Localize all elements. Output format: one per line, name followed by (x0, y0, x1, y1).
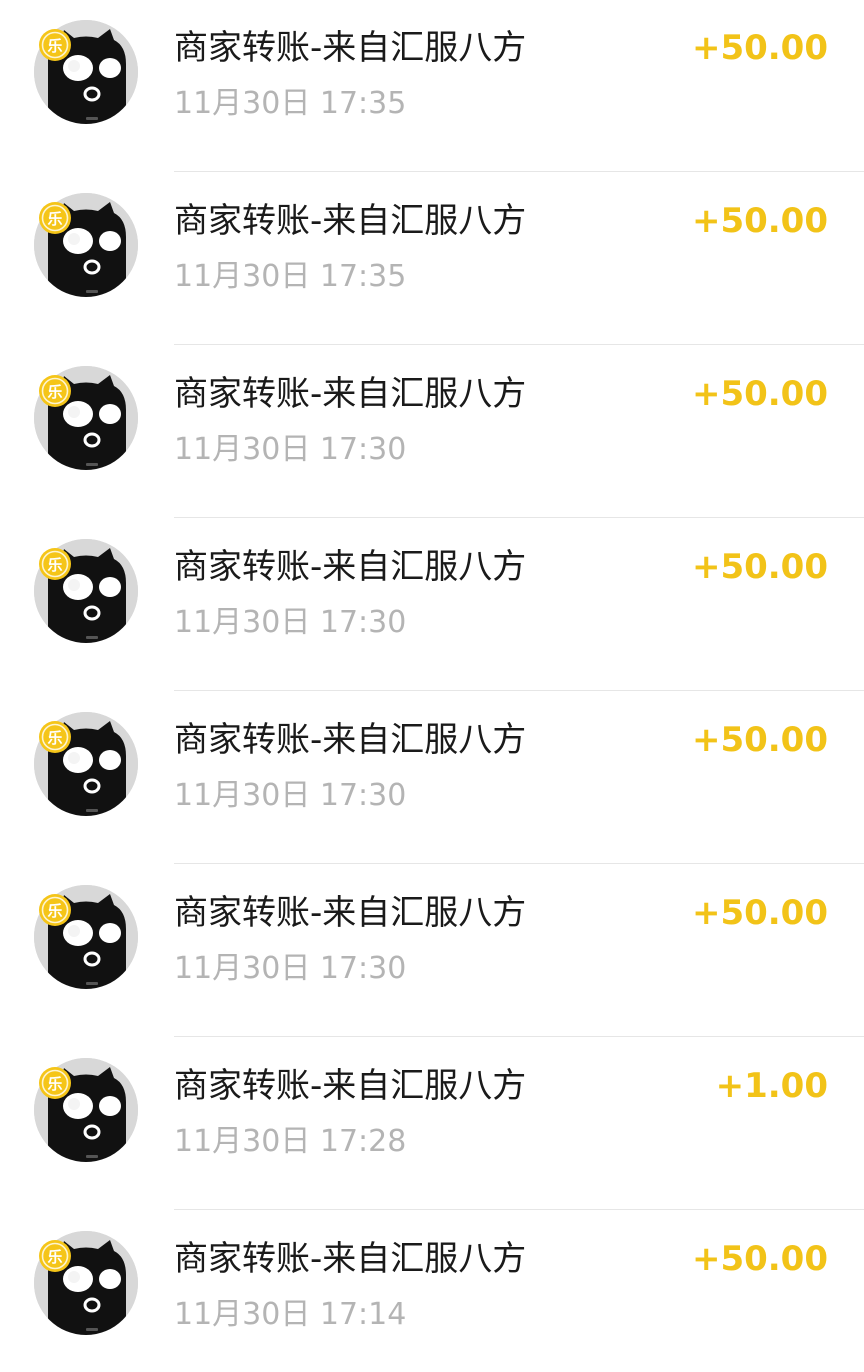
transaction-amount: +50.00 (691, 374, 828, 414)
coin-badge-icon: 乐 (38, 201, 72, 235)
svg-text:乐: 乐 (47, 1075, 62, 1093)
transaction-time: 11月30日 17:35 (174, 86, 407, 121)
svg-text:乐: 乐 (47, 556, 62, 574)
transaction-title: 商家转账-来自汇服八方 (174, 1066, 527, 1106)
transaction-time: 11月30日 17:14 (174, 1297, 407, 1332)
coin-badge-icon: 乐 (38, 28, 72, 62)
coin-badge-icon: 乐 (38, 547, 72, 581)
transaction-title: 商家转账-来自汇服八方 (174, 893, 527, 933)
transaction-amount: +50.00 (691, 547, 828, 587)
transaction-time: 11月30日 17:30 (174, 951, 407, 986)
transaction-amount: +50.00 (691, 1239, 828, 1279)
transaction-time: 11月30日 17:35 (174, 259, 407, 294)
transaction-time: 11月30日 17:30 (174, 778, 407, 813)
transaction-title: 商家转账-来自汇服八方 (174, 28, 527, 68)
svg-text:乐: 乐 (47, 729, 62, 747)
transaction-row[interactable]: 乐 商家转账-来自汇服八方 11月30日 17:14 +50.00 (0, 1211, 864, 1372)
transaction-amount: +1.00 (715, 1066, 828, 1106)
transaction-title: 商家转账-来自汇服八方 (174, 1239, 527, 1279)
transaction-time: 11月30日 17:30 (174, 432, 407, 467)
transaction-list: 乐 商家转账-来自汇服八方 11月30日 17:35 +50.00 乐 商家转账… (0, 0, 864, 1372)
transaction-amount: +50.00 (691, 893, 828, 933)
svg-text:乐: 乐 (47, 383, 62, 401)
row-divider (174, 344, 864, 345)
transaction-row[interactable]: 乐 商家转账-来自汇服八方 11月30日 17:35 +50.00 (0, 0, 864, 172)
transaction-row[interactable]: 乐 商家转账-来自汇服八方 11月30日 17:30 +50.00 (0, 692, 864, 864)
transaction-row[interactable]: 乐 商家转账-来自汇服八方 11月30日 17:35 +50.00 (0, 173, 864, 345)
svg-text:乐: 乐 (47, 37, 62, 55)
transaction-row[interactable]: 乐 商家转账-来自汇服八方 11月30日 17:30 +50.00 (0, 346, 864, 518)
transaction-row[interactable]: 乐 商家转账-来自汇服八方 11月30日 17:28 +1.00 (0, 1038, 864, 1210)
row-divider (174, 171, 864, 172)
row-divider (174, 517, 864, 518)
coin-badge-icon: 乐 (38, 1066, 72, 1100)
coin-badge-icon: 乐 (38, 720, 72, 754)
transaction-amount: +50.00 (691, 201, 828, 241)
coin-badge-icon: 乐 (38, 1239, 72, 1273)
row-divider (174, 1209, 864, 1210)
row-divider (174, 690, 864, 691)
transaction-amount: +50.00 (691, 28, 828, 68)
transaction-title: 商家转账-来自汇服八方 (174, 720, 527, 760)
transaction-row[interactable]: 乐 商家转账-来自汇服八方 11月30日 17:30 +50.00 (0, 865, 864, 1037)
svg-text:乐: 乐 (47, 1248, 62, 1266)
row-divider (174, 1036, 864, 1037)
row-divider (174, 863, 864, 864)
coin-badge-icon: 乐 (38, 374, 72, 408)
svg-text:乐: 乐 (47, 210, 62, 228)
transaction-time: 11月30日 17:30 (174, 605, 407, 640)
transaction-title: 商家转账-来自汇服八方 (174, 547, 527, 587)
transaction-title: 商家转账-来自汇服八方 (174, 374, 527, 414)
transaction-title: 商家转账-来自汇服八方 (174, 201, 527, 241)
coin-badge-icon: 乐 (38, 893, 72, 927)
svg-text:乐: 乐 (47, 902, 62, 920)
transaction-amount: +50.00 (691, 720, 828, 760)
transaction-time: 11月30日 17:28 (174, 1124, 407, 1159)
transaction-row[interactable]: 乐 商家转账-来自汇服八方 11月30日 17:30 +50.00 (0, 519, 864, 691)
